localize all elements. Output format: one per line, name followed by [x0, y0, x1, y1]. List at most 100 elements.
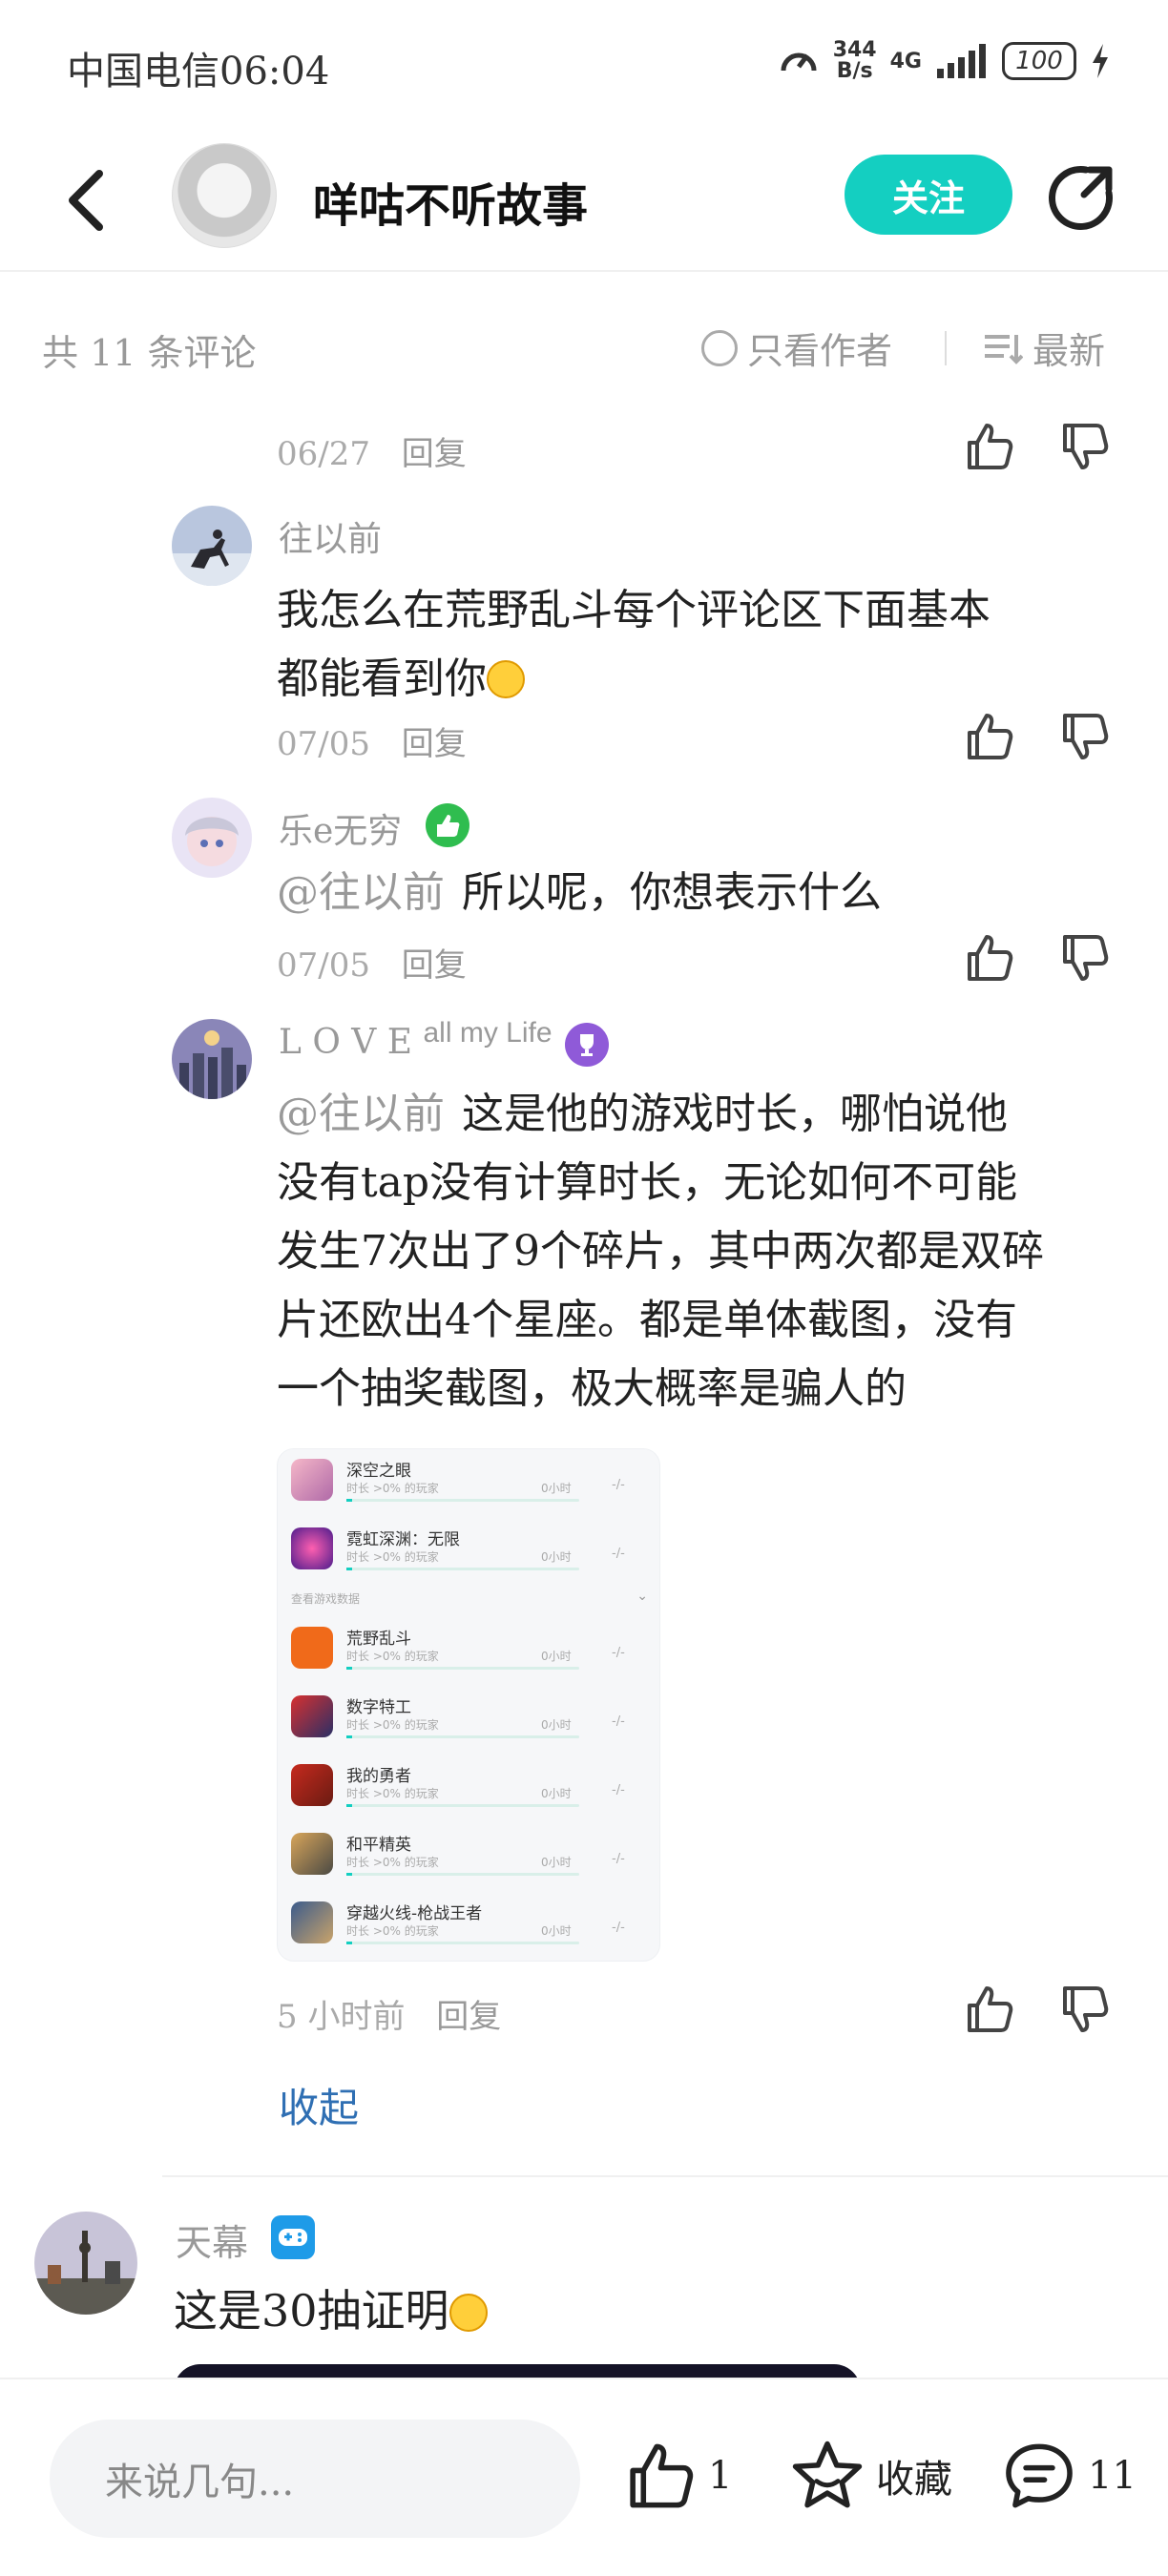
gamepad-icon: [279, 2229, 307, 2246]
status-bar: 中国电信06:04 344 B/s 4G 100: [0, 0, 1168, 134]
author-avatar[interactable]: [172, 143, 277, 248]
chevron-down-icon: ⌄: [636, 1589, 648, 1604]
status-indicators: 344 B/s 4G 100: [778, 40, 1111, 82]
section-header: 查看游戏数据 ⌄: [291, 1589, 648, 1606]
reply-username[interactable]: 乐e无穷: [279, 803, 402, 853]
reply-username[interactable]: 往以前: [279, 511, 382, 561]
reply-text: @往以前 所以呢，你想表示什么: [277, 868, 882, 917]
comment-filter-bar: 共 11 条评论 只看作者 最新: [0, 272, 1168, 425]
trophy-icon: [580, 1034, 594, 1056]
smile-emoji-icon: [448, 2294, 488, 2332]
reply-date: 07/05: [277, 725, 370, 763]
like-icon[interactable]: [962, 1983, 1015, 2036]
comment-text: 这是30抽证明: [174, 2276, 488, 2339]
collapse-replies-button[interactable]: 收起: [279, 2076, 359, 2134]
comment-input-placeholder: 来说几句...: [105, 2461, 295, 2504]
charging-icon: [1093, 44, 1108, 78]
game-row: 深空之眼 时长 >0% 的玩家 0小时 -/-: [278, 1449, 659, 1518]
game-icon: [291, 1764, 333, 1806]
like-icon: [630, 2443, 694, 2508]
game-row: 和平精英 时长 >0% 的玩家 0小时 -/-: [278, 1823, 659, 1892]
level-badge-icon: [426, 803, 469, 847]
author-only-toggle[interactable]: 只看作者: [701, 322, 892, 374]
game-row: 数字特工 时长 >0% 的玩家 0小时 -/-: [278, 1686, 659, 1755]
reply-meta: 06/27 回复: [277, 427, 467, 474]
follow-button[interactable]: 关注: [845, 155, 1012, 235]
dislike-icon[interactable]: [1057, 931, 1111, 985]
reply-username[interactable]: L O V E all my Life: [279, 1017, 553, 1062]
author-only-label: 只看作者: [747, 330, 893, 372]
mention[interactable]: @往以前: [277, 1090, 445, 1138]
top-header: 咩咕不听故事 关注: [0, 134, 1168, 272]
reply-meta: 5 小时前 回复: [277, 1990, 501, 2037]
net-speed: 344 B/s: [832, 38, 877, 83]
comment-count: 共 11 条评论: [42, 332, 257, 374]
reply-avatar[interactable]: [172, 506, 252, 586]
game-icon: [291, 1527, 333, 1569]
comments-button[interactable]: 11: [1002, 2439, 1137, 2513]
game-icon: [291, 1627, 333, 1669]
reply-text: 我怎么在荒野乱斗每个评论区下面基本 都能看到你: [277, 586, 991, 703]
author-name[interactable]: 咩咕不听故事: [313, 168, 588, 235]
like-icon[interactable]: [962, 931, 1015, 985]
comment-bubble-icon: [1006, 2443, 1073, 2508]
reply-date: 06/27: [277, 435, 370, 473]
like-count: 1: [708, 2454, 733, 2498]
game-row: 我的勇者 时长 >0% 的玩家 0小时 -/-: [278, 1755, 659, 1823]
comment-input[interactable]: 来说几句...: [50, 2420, 580, 2538]
thumb-badge-icon: [437, 815, 460, 837]
grin-emoji-icon: [487, 660, 525, 698]
attached-screenshot[interactable]: 深空之眼 时长 >0% 的玩家 0小时 -/- 霓虹深渊：无限 时长 >0% 的…: [277, 1448, 660, 1962]
game-row: 荒野乱斗 时长 >0% 的玩家 0小时 -/-: [278, 1617, 659, 1686]
reply-meta: 07/05 回复: [277, 939, 467, 986]
favorite-button[interactable]: 收藏: [790, 2439, 952, 2513]
comment-count-label: 11: [1088, 2454, 1137, 2498]
radio-icon: [701, 329, 738, 366]
game-row: 穿越火线-枪战王者 时长 >0% 的玩家 0小时 -/-: [278, 1892, 659, 1961]
anime-avatar-icon: [172, 798, 252, 878]
carrier-time: 中国电信06:04: [67, 50, 330, 93]
reply-date: 07/05: [277, 946, 370, 985]
dislike-icon[interactable]: [1057, 1983, 1111, 2036]
comment-username[interactable]: 天幕: [176, 2213, 248, 2266]
comment-avatar[interactable]: [34, 2212, 137, 2315]
dislike-icon[interactable]: [1057, 710, 1111, 763]
star-icon: [792, 2441, 863, 2508]
game-icon: [291, 1901, 333, 1943]
sort-label: 最新: [1032, 330, 1106, 372]
divider: [945, 331, 947, 365]
reply-avatar[interactable]: [172, 798, 252, 878]
reply-button[interactable]: 回复: [402, 725, 467, 763]
network-type: 4G: [889, 49, 922, 73]
game-row: 霓虹深渊：无限 时长 >0% 的玩家 0小时 -/-: [278, 1518, 659, 1587]
game-icon: [291, 1833, 333, 1875]
favorite-label: 收藏: [876, 2458, 952, 2502]
reply-button[interactable]: 回复: [402, 435, 467, 473]
reply-button[interactable]: 回复: [402, 946, 467, 985]
horse-rider-avatar-icon: [172, 506, 252, 586]
battery-indicator: 100: [1002, 42, 1076, 80]
signal-icon: [937, 44, 986, 78]
divider: [162, 2175, 1168, 2177]
speed-gauge-icon: [781, 52, 817, 72]
sort-button[interactable]: 最新: [983, 322, 1105, 374]
game-icon: [291, 1695, 333, 1737]
reply-button[interactable]: 回复: [436, 1998, 501, 2036]
like-post-button[interactable]: 1: [622, 2439, 732, 2513]
city-skyline-avatar-icon: [172, 1019, 252, 1099]
tower-avatar-icon: [34, 2212, 137, 2315]
trophy-badge-icon: [565, 1023, 609, 1067]
reply-avatar[interactable]: [172, 1019, 252, 1099]
game-icon: [291, 1459, 333, 1501]
reply-date: 5 小时前: [277, 1998, 406, 2036]
reply-text: @往以前 这是他的游戏时长，哪怕说他 没有tap没有计算时长，无论如何不可能 发生…: [277, 1090, 1044, 1413]
like-icon[interactable]: [962, 710, 1015, 763]
like-icon[interactable]: [962, 420, 1015, 473]
bottom-action-bar: 来说几句... 1 收藏 11: [0, 2378, 1168, 2576]
dislike-icon[interactable]: [1057, 420, 1111, 473]
mention[interactable]: @往以前: [277, 868, 445, 917]
share-icon[interactable]: [1048, 162, 1116, 231]
gamepad-badge-icon: [271, 2215, 315, 2259]
back-arrow-icon[interactable]: [59, 162, 116, 239]
reply-meta: 07/05 回复: [277, 717, 467, 764]
